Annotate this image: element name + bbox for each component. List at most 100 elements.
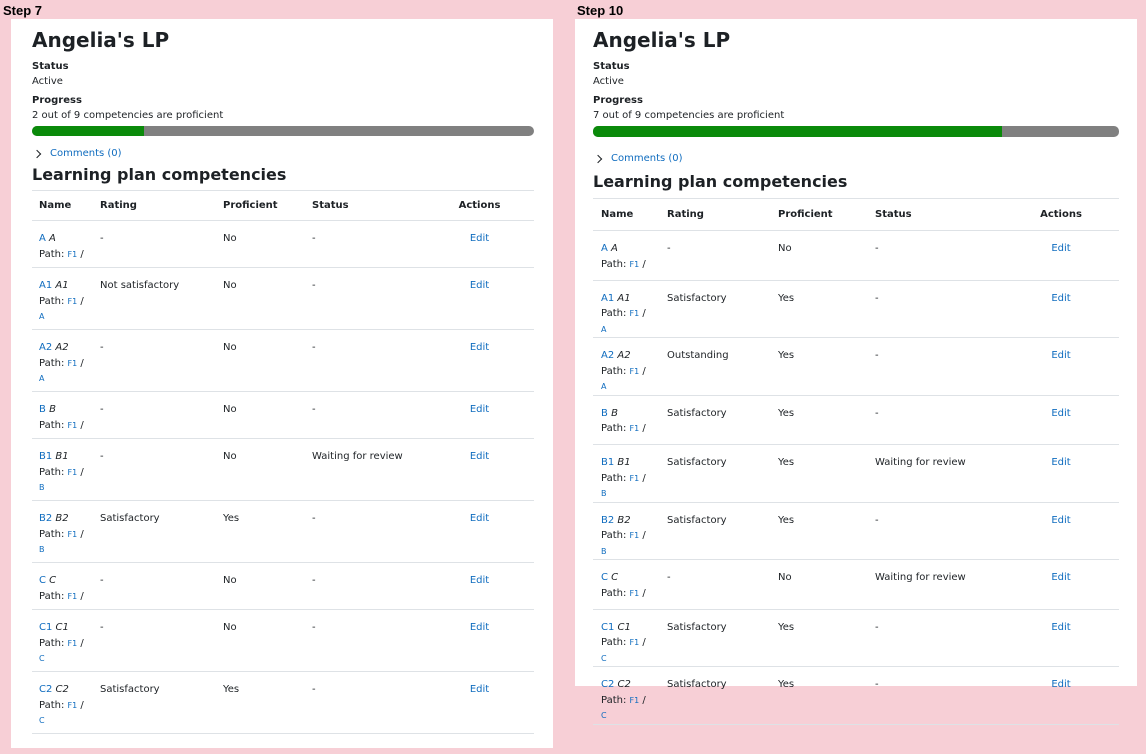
competency-shortname-link[interactable]: C xyxy=(39,575,46,586)
edit-button[interactable]: Edit xyxy=(1051,243,1070,254)
edit-button[interactable]: Edit xyxy=(470,575,489,586)
path-label: Path: xyxy=(601,308,627,319)
path-parent-link[interactable]: C xyxy=(39,716,45,725)
path-framework-link[interactable]: F1 xyxy=(630,474,640,483)
path-parent-link[interactable]: A xyxy=(39,374,44,383)
table-row: C1 C1 Path: F1 / C Satisfactory Yes - Edit xyxy=(593,609,1119,667)
edit-button[interactable]: Edit xyxy=(470,684,489,695)
table-row: A A Path: F1 / - No - Edit xyxy=(32,220,534,268)
edit-button[interactable]: Edit xyxy=(1051,622,1070,633)
edit-button[interactable]: Edit xyxy=(1051,408,1070,419)
proficient-cell: No xyxy=(216,267,305,330)
path-framework-link[interactable]: F1 xyxy=(630,367,640,376)
status-cell: - xyxy=(867,502,1003,560)
path-framework-link[interactable]: F1 xyxy=(68,297,78,306)
edit-button[interactable]: Edit xyxy=(470,404,489,415)
competency-name: C1 C1 xyxy=(39,620,86,636)
path-parent-link[interactable]: B xyxy=(601,547,607,556)
chevron-right-icon xyxy=(34,149,42,159)
actions-cell: Edit xyxy=(425,438,534,501)
path-framework-link[interactable]: F1 xyxy=(630,638,640,647)
edit-button[interactable]: Edit xyxy=(1051,457,1070,468)
edit-button[interactable]: Edit xyxy=(1051,572,1070,583)
proficient-cell: Yes xyxy=(770,337,867,396)
competency-path: Path: F1 / xyxy=(601,258,646,270)
column-header-status: Status xyxy=(867,198,1003,231)
competency-shortname-link[interactable]: B2 xyxy=(601,515,614,526)
competency-shortname-link[interactable]: B xyxy=(39,404,46,415)
competency-name-cell: C C Path: F1 / xyxy=(32,562,93,610)
comments-toggle[interactable]: Comments (0) xyxy=(593,153,1119,164)
path-parent-link[interactable]: C xyxy=(601,654,607,663)
path-framework-link[interactable]: F1 xyxy=(630,589,640,598)
table-row: C C Path: F1 / - No - Edit xyxy=(32,562,534,610)
path-parent-link[interactable]: C xyxy=(39,654,45,663)
competency-shortname-link[interactable]: A1 xyxy=(39,280,52,291)
competency-path: Path: F1 / A xyxy=(39,295,84,322)
competency-name: B B xyxy=(39,402,86,418)
edit-button[interactable]: Edit xyxy=(1051,515,1070,526)
competency-shortname-link[interactable]: B1 xyxy=(39,451,52,462)
competency-shortname-link[interactable]: B1 xyxy=(601,457,614,468)
competency-name-cell: C1 C1 Path: F1 / C xyxy=(593,609,659,667)
path-parent-link[interactable]: A xyxy=(601,325,606,334)
path-framework-link[interactable]: F1 xyxy=(68,359,78,368)
path-framework-link[interactable]: F1 xyxy=(630,696,640,705)
comments-toggle[interactable]: Comments (0) xyxy=(32,148,534,159)
path-framework-link[interactable]: F1 xyxy=(630,531,640,540)
competency-path: Path: F1 / xyxy=(601,423,646,434)
competency-shortname-link[interactable]: B xyxy=(601,408,608,419)
proficient-cell: No xyxy=(216,220,305,268)
path-framework-link[interactable]: F1 xyxy=(68,250,78,259)
path-framework-link[interactable]: F1 xyxy=(68,592,78,601)
path-framework-link[interactable]: F1 xyxy=(68,530,78,539)
path-framework-link[interactable]: F1 xyxy=(68,468,78,477)
path-parent-link[interactable]: A xyxy=(601,382,606,391)
path-parent-link[interactable]: C xyxy=(601,711,607,720)
path-parent-link[interactable]: A xyxy=(39,312,44,321)
competency-shortname-link[interactable]: C1 xyxy=(601,622,614,633)
competencies-table: Name Rating Proficient Status Actions A A Pat… xyxy=(32,190,534,734)
competency-path: Path: F1 / B xyxy=(601,530,646,556)
edit-button[interactable]: Edit xyxy=(1051,679,1070,690)
path-framework-link[interactable]: F1 xyxy=(68,639,78,648)
edit-button[interactable]: Edit xyxy=(1051,350,1070,361)
proficient-cell: Yes xyxy=(770,395,867,445)
path-parent-link[interactable]: B xyxy=(39,545,45,554)
rating-cell: - xyxy=(659,559,770,610)
path-parent-link[interactable]: B xyxy=(601,489,607,498)
competency-shortname-link[interactable]: A2 xyxy=(601,350,614,361)
competency-shortname-link[interactable]: C2 xyxy=(39,684,52,695)
competency-shortname-link[interactable]: C2 xyxy=(601,679,614,690)
competency-shortname-link[interactable]: A2 xyxy=(39,342,52,353)
edit-button[interactable]: Edit xyxy=(470,451,489,462)
actions-cell: Edit xyxy=(425,267,534,330)
table-header-row: Name Rating Proficient Status Actions xyxy=(32,190,534,221)
edit-button[interactable]: Edit xyxy=(470,233,489,244)
competency-shortname-link[interactable]: B2 xyxy=(39,513,52,524)
competency-shortname-link[interactable]: A1 xyxy=(601,293,614,304)
edit-button[interactable]: Edit xyxy=(470,622,489,633)
path-label: Path: xyxy=(601,637,627,648)
path-framework-link[interactable]: F1 xyxy=(630,260,640,269)
competency-shortname-link[interactable]: C1 xyxy=(39,622,52,633)
comments-link[interactable]: Comments (0) xyxy=(611,153,683,164)
competency-shortname-link[interactable]: A xyxy=(39,233,46,244)
competency-shortname-link[interactable]: A xyxy=(601,243,608,254)
path-framework-link[interactable]: F1 xyxy=(68,421,78,430)
status-cell: - xyxy=(867,395,1003,445)
page-title: Angelia's LP xyxy=(593,28,731,52)
path-framework-link[interactable]: F1 xyxy=(630,424,640,433)
edit-button[interactable]: Edit xyxy=(470,513,489,524)
edit-button[interactable]: Edit xyxy=(470,342,489,353)
path-label: Path: xyxy=(39,295,65,307)
edit-button[interactable]: Edit xyxy=(1051,293,1070,304)
path-framework-link[interactable]: F1 xyxy=(630,309,640,318)
path-framework-link[interactable]: F1 xyxy=(68,701,78,710)
competency-fullname: A xyxy=(49,233,56,244)
column-header-actions: Actions xyxy=(425,190,534,221)
edit-button[interactable]: Edit xyxy=(470,280,489,291)
comments-link[interactable]: Comments (0) xyxy=(50,148,122,159)
competency-shortname-link[interactable]: C xyxy=(601,572,608,583)
path-parent-link[interactable]: B xyxy=(39,483,45,492)
